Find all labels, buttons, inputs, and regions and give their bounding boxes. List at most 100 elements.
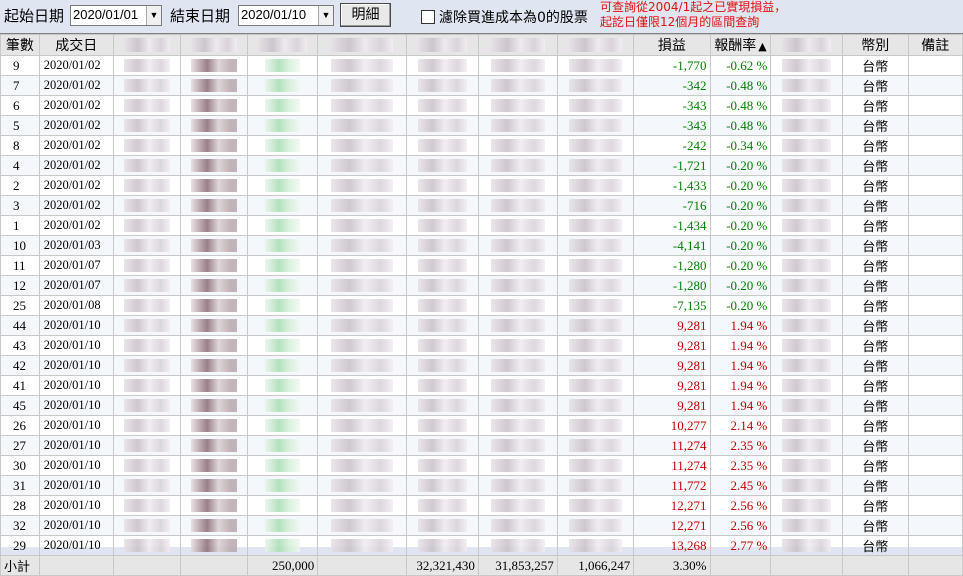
redacted-cell <box>317 355 408 376</box>
checkbox-icon[interactable] <box>421 10 435 24</box>
redacted-cell <box>406 135 479 156</box>
redacted-cell <box>770 315 844 336</box>
redacted-cell <box>112 515 181 536</box>
row-note-cell <box>907 475 963 496</box>
table-row[interactable]: 43 2020/01/10 9,281 1.94 % 台幣 <box>0 335 963 356</box>
redacted-cell <box>477 475 558 496</box>
table-row[interactable]: 12 2020/01/07 -1,280 -0.20 % 台幣 <box>0 275 963 296</box>
col-redacted-header[interactable] <box>246 34 319 56</box>
redacted-cell <box>770 375 844 396</box>
redacted-cell <box>112 255 181 276</box>
redacted-cell <box>112 455 181 476</box>
redacted-cell <box>317 435 408 456</box>
chevron-down-icon[interactable]: ▼ <box>318 6 333 25</box>
redacted-cell <box>406 395 479 416</box>
redacted-cell <box>317 495 408 516</box>
col-redacted-header[interactable] <box>317 34 408 56</box>
col-pnl-header[interactable]: 損益 <box>633 34 711 56</box>
col-redacted-header[interactable] <box>770 34 844 56</box>
table-row[interactable]: 1 2020/01/02 -1,434 -0.20 % 台幣 <box>0 215 963 236</box>
table-row[interactable]: 10 2020/01/03 -4,141 -0.20 % 台幣 <box>0 235 963 256</box>
redacted-cell <box>179 455 248 476</box>
detail-button[interactable]: 明細 <box>340 3 391 27</box>
col-redacted-header[interactable] <box>112 34 181 56</box>
table-row[interactable]: 9 2020/01/02 -1,770 -0.62 % 台幣 <box>0 55 963 76</box>
col-date-header[interactable]: 成交日 <box>38 34 114 56</box>
col-rate-header[interactable]: 報酬率 ▲ <box>709 34 772 56</box>
row-date-cell: 2020/01/08 <box>38 295 114 316</box>
table-row[interactable]: 7 2020/01/02 -342 -0.48 % 台幣 <box>0 75 963 96</box>
col-redacted-header[interactable] <box>406 34 479 56</box>
redacted-cell <box>770 75 844 96</box>
row-count-cell: 4 <box>0 155 40 176</box>
start-date-label: 起始日期 <box>4 7 65 25</box>
table-row[interactable]: 32 2020/01/10 12,271 2.56 % 台幣 <box>0 515 963 536</box>
table-row[interactable]: 6 2020/01/02 -343 -0.48 % 台幣 <box>0 95 963 116</box>
row-currency-cell: 台幣 <box>842 235 909 256</box>
redacted-cell <box>246 255 319 276</box>
redacted-cell <box>477 315 558 336</box>
redacted-cell <box>477 155 558 176</box>
col-count-header[interactable]: 筆數 <box>0 34 40 56</box>
table-row[interactable]: 29 2020/01/10 13,268 2.77 % 台幣 <box>0 535 963 556</box>
table-row[interactable]: 31 2020/01/10 11,772 2.45 % 台幣 <box>0 475 963 496</box>
col-redacted-header[interactable] <box>556 34 635 56</box>
redacted-cell <box>477 515 558 536</box>
row-pnl-cell: 12,271 <box>633 495 711 516</box>
table-row[interactable]: 28 2020/01/10 12,271 2.56 % 台幣 <box>0 495 963 516</box>
table-row[interactable]: 25 2020/01/08 -7,135 -0.20 % 台幣 <box>0 295 963 316</box>
redacted-cell <box>406 275 479 296</box>
row-date-cell: 2020/01/02 <box>38 75 114 96</box>
col-redacted-header[interactable] <box>179 34 248 56</box>
table-row[interactable]: 2 2020/01/02 -1,433 -0.20 % 台幣 <box>0 175 963 196</box>
row-pnl-cell: 11,274 <box>633 435 711 456</box>
redacted-cell <box>179 155 248 176</box>
table-row[interactable]: 26 2020/01/10 10,277 2.14 % 台幣 <box>0 415 963 436</box>
table-row[interactable]: 41 2020/01/10 9,281 1.94 % 台幣 <box>0 375 963 396</box>
subtotal-empty <box>317 555 408 576</box>
table-row[interactable]: 30 2020/01/10 11,274 2.35 % 台幣 <box>0 455 963 476</box>
row-date-cell: 2020/01/10 <box>38 515 114 536</box>
redacted-cell <box>406 315 479 336</box>
table-row[interactable]: 3 2020/01/02 -716 -0.20 % 台幣 <box>0 195 963 216</box>
col-redacted-header[interactable] <box>477 34 558 56</box>
end-date-select[interactable]: 2020/01/10 ▼ <box>238 5 334 26</box>
redacted-cell <box>406 235 479 256</box>
row-pnl-cell: 9,281 <box>633 315 711 336</box>
row-rate-cell: -0.20 % <box>709 195 772 216</box>
table-row[interactable]: 4 2020/01/02 -1,721 -0.20 % 台幣 <box>0 155 963 176</box>
row-note-cell <box>907 395 963 416</box>
redacted-cell <box>246 435 319 456</box>
row-rate-cell: -0.20 % <box>709 155 772 176</box>
subtotal-label: 小計 <box>0 555 40 576</box>
table-row[interactable]: 45 2020/01/10 9,281 1.94 % 台幣 <box>0 395 963 416</box>
redacted-cell <box>112 95 181 116</box>
redacted-cell <box>406 375 479 396</box>
row-note-cell <box>907 455 963 476</box>
row-date-cell: 2020/01/02 <box>38 215 114 236</box>
col-currency-header[interactable]: 幣別 <box>842 34 909 56</box>
row-note-cell <box>907 95 963 116</box>
filter-zero-cost-checkbox[interactable]: 濾除買進成本為0的股票 <box>421 7 588 27</box>
row-count-cell: 27 <box>0 435 40 456</box>
redacted-cell <box>406 195 479 216</box>
col-note-header[interactable]: 備註 <box>907 34 963 56</box>
row-pnl-cell: 13,268 <box>633 535 711 556</box>
row-pnl-cell: -716 <box>633 195 711 216</box>
table-row[interactable]: 5 2020/01/02 -343 -0.48 % 台幣 <box>0 115 963 136</box>
table-row[interactable]: 11 2020/01/07 -1,280 -0.20 % 台幣 <box>0 255 963 276</box>
redacted-cell <box>406 255 479 276</box>
table-row[interactable]: 27 2020/01/10 11,274 2.35 % 台幣 <box>0 435 963 456</box>
table-row[interactable]: 44 2020/01/10 9,281 1.94 % 台幣 <box>0 315 963 336</box>
redacted-cell <box>179 275 248 296</box>
row-pnl-cell: 9,281 <box>633 395 711 416</box>
notice-line-1: 可查詢從2004/1起之已實現損益， <box>600 0 787 14</box>
start-date-select[interactable]: 2020/01/01 ▼ <box>70 5 162 26</box>
redacted-cell <box>477 495 558 516</box>
table-row[interactable]: 8 2020/01/02 -242 -0.34 % 台幣 <box>0 135 963 156</box>
redacted-cell <box>112 235 181 256</box>
chevron-down-icon[interactable]: ▼ <box>146 6 161 25</box>
row-rate-cell: 1.94 % <box>709 335 772 356</box>
table-row[interactable]: 42 2020/01/10 9,281 1.94 % 台幣 <box>0 355 963 376</box>
redacted-cell <box>556 375 635 396</box>
